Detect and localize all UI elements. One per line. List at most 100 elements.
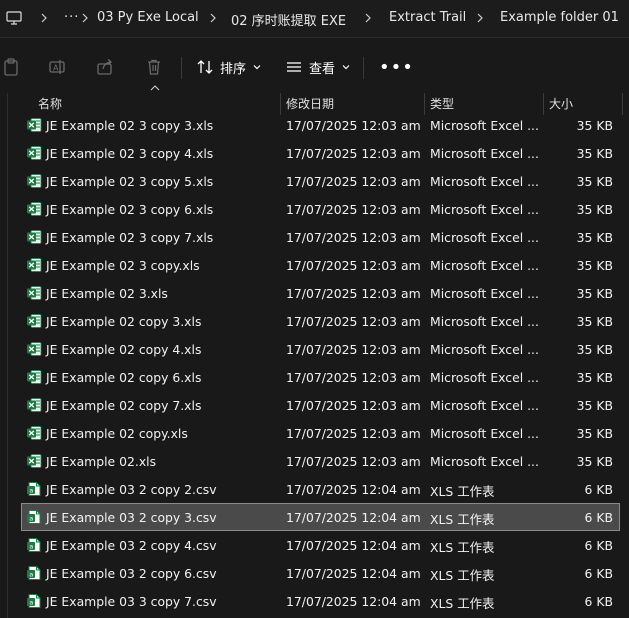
file-name: JE Example 02 copy 7.xls bbox=[46, 398, 202, 413]
breadcrumb-item[interactable]: 02 序时账提取 EXE bbox=[231, 10, 346, 29]
column-header-type[interactable]: 类型 bbox=[430, 95, 454, 112]
file-modified-date: 17/07/2025 12:03 am bbox=[286, 370, 421, 385]
excel-xls-icon bbox=[26, 117, 42, 133]
file-row[interactable]: JE Example 02 copy.xls 17/07/2025 12:03 a… bbox=[22, 420, 619, 446]
excel-xls-icon bbox=[26, 145, 42, 161]
excel-csv-icon: a bbox=[26, 565, 42, 581]
delete-icon[interactable] bbox=[145, 58, 163, 76]
file-row[interactable]: a JE Example 03 2 copy 4.csv 17/07/2025 12… bbox=[22, 532, 619, 558]
file-modified-date: 17/07/2025 12:03 am bbox=[286, 230, 421, 245]
file-type: Microsoft Excel ... bbox=[430, 426, 539, 441]
svg-text:a: a bbox=[29, 487, 33, 495]
file-type: Microsoft Excel ... bbox=[430, 286, 539, 301]
file-row[interactable]: JE Example 02 3 copy 4.xls 17/07/2025 12:… bbox=[22, 140, 619, 166]
sort-icon bbox=[197, 60, 213, 74]
breadcrumb-item[interactable]: Extract Trail bbox=[389, 10, 466, 25]
file-name: JE Example 02 copy.xls bbox=[46, 426, 188, 441]
excel-csv-icon: a bbox=[26, 593, 42, 609]
this-pc-icon[interactable] bbox=[6, 10, 22, 26]
share-icon[interactable] bbox=[96, 58, 114, 76]
file-row[interactable]: JE Example 02 copy 7.xls 17/07/2025 12:03… bbox=[22, 392, 619, 418]
file-size: 6 KB bbox=[584, 566, 613, 581]
breadcrumb-item[interactable]: 03 Py Exe Local bbox=[97, 10, 199, 25]
file-row[interactable]: JE Example 02 copy 4.xls 17/07/2025 12:03… bbox=[22, 336, 619, 362]
svg-text:a: a bbox=[29, 599, 33, 607]
see-more-button[interactable]: ••• bbox=[379, 59, 414, 77]
file-row[interactable]: JE Example 02 3.xls 17/07/2025 12:03 am Mi… bbox=[22, 280, 619, 306]
file-modified-date: 17/07/2025 12:03 am bbox=[286, 286, 421, 301]
sort-ascending-icon bbox=[150, 85, 160, 91]
file-row-selected[interactable]: a JE Example 03 2 copy 3.csv 17/07/2025 12… bbox=[21, 503, 620, 531]
chevron-right-icon[interactable] bbox=[474, 11, 486, 25]
column-header-name[interactable]: 名称 bbox=[38, 95, 62, 112]
view-button[interactable]: 查看 bbox=[285, 56, 351, 78]
sort-button[interactable]: 排序 bbox=[196, 56, 262, 78]
file-modified-date: 17/07/2025 12:04 am bbox=[286, 594, 421, 609]
file-size: 35 KB bbox=[576, 286, 613, 301]
svg-text:a: a bbox=[29, 515, 33, 523]
chevron-down-icon bbox=[342, 65, 350, 70]
excel-xls-icon bbox=[26, 453, 42, 469]
file-name: JE Example 03 2 copy 3.csv bbox=[46, 510, 217, 525]
file-row[interactable]: JE Example 02 3 copy 5.xls 17/07/2025 12:… bbox=[22, 168, 619, 194]
column-header-date[interactable]: 修改日期 bbox=[286, 95, 334, 112]
chevron-right-icon[interactable] bbox=[362, 11, 374, 25]
toolbar-divider bbox=[363, 57, 364, 79]
excel-xls-icon bbox=[26, 229, 42, 245]
excel-xls-icon bbox=[26, 397, 42, 413]
excel-xls-icon bbox=[26, 425, 42, 441]
file-type: Microsoft Excel ... bbox=[430, 314, 539, 329]
file-size: 35 KB bbox=[576, 258, 613, 273]
svg-text:a: a bbox=[29, 543, 33, 551]
file-modified-date: 17/07/2025 12:04 am bbox=[286, 482, 421, 497]
column-header-size[interactable]: 大小 bbox=[549, 95, 573, 112]
file-modified-date: 17/07/2025 12:03 am bbox=[286, 118, 421, 133]
file-size: 35 KB bbox=[576, 230, 613, 245]
file-size: 35 KB bbox=[576, 146, 613, 161]
file-name: JE Example 02 3 copy 4.xls bbox=[46, 146, 214, 161]
view-icon bbox=[287, 62, 301, 72]
file-size: 35 KB bbox=[576, 398, 613, 413]
excel-xls-icon bbox=[26, 313, 42, 329]
file-row[interactable]: JE Example 02 copy 3.xls 17/07/2025 12:03… bbox=[22, 308, 619, 334]
file-name: JE Example 02 3 copy 6.xls bbox=[46, 202, 214, 217]
file-size: 6 KB bbox=[584, 594, 613, 609]
file-row[interactable]: JE Example 02 copy 6.xls 17/07/2025 12:03… bbox=[22, 364, 619, 390]
excel-xls-icon bbox=[26, 173, 42, 189]
chevron-down-icon bbox=[253, 65, 261, 70]
file-row[interactable]: JE Example 02 3 copy 3.xls 17/07/2025 12:… bbox=[22, 112, 619, 138]
address-bar[interactable]: ··· 03 Py Exe Local 02 序时账提取 EXE Extract… bbox=[0, 0, 629, 37]
file-row[interactable]: a JE Example 03 2 copy 2.csv 17/07/2025 12… bbox=[22, 476, 619, 502]
file-row[interactable]: JE Example 02.xls 17/07/2025 12:03 am Micr… bbox=[22, 448, 619, 474]
chevron-right-icon[interactable] bbox=[38, 11, 50, 25]
excel-xls-icon bbox=[26, 257, 42, 273]
file-row[interactable]: a JE Example 03 3 copy 7.csv 17/07/2025 12… bbox=[22, 588, 619, 614]
file-modified-date: 17/07/2025 12:03 am bbox=[286, 202, 421, 217]
file-row[interactable]: JE Example 02 3 copy 7.xls 17/07/2025 12:… bbox=[22, 224, 619, 250]
chevron-right-icon[interactable] bbox=[79, 11, 91, 25]
file-type: XLS 工作表 bbox=[430, 484, 495, 499]
file-type: Microsoft Excel ... bbox=[430, 342, 539, 357]
file-modified-date: 17/07/2025 12:03 am bbox=[286, 426, 421, 441]
column-resize-handle[interactable] bbox=[622, 93, 623, 115]
file-row[interactable]: JE Example 02 3 copy 6.xls 17/07/2025 12:… bbox=[22, 196, 619, 222]
paste-icon[interactable] bbox=[2, 58, 20, 76]
file-row[interactable]: a JE Example 03 2 copy 6.csv 17/07/2025 12… bbox=[22, 560, 619, 586]
breadcrumb-item-current[interactable]: Example folder 01 bbox=[500, 10, 619, 25]
file-name: JE Example 03 2 copy 6.csv bbox=[46, 566, 217, 581]
file-type: Microsoft Excel ... bbox=[430, 146, 539, 161]
file-modified-date: 17/07/2025 12:04 am bbox=[286, 510, 421, 525]
command-bar: A 排序 查看 ••• bbox=[0, 37, 629, 94]
file-type: Microsoft Excel ... bbox=[430, 174, 539, 189]
excel-csv-icon: a bbox=[26, 509, 42, 525]
chevron-right-icon[interactable] bbox=[207, 11, 219, 25]
svg-text:A: A bbox=[53, 64, 59, 73]
file-type: Microsoft Excel ... bbox=[430, 398, 539, 413]
breadcrumb-overflow[interactable]: ··· bbox=[64, 10, 79, 25]
file-type: Microsoft Excel ... bbox=[430, 230, 539, 245]
file-modified-date: 17/07/2025 12:03 am bbox=[286, 174, 421, 189]
file-row[interactable]: JE Example 02 3 copy.xls 17/07/2025 12:03… bbox=[22, 252, 619, 278]
rename-icon[interactable]: A bbox=[48, 58, 66, 76]
file-modified-date: 17/07/2025 12:03 am bbox=[286, 314, 421, 329]
file-name: JE Example 02 3 copy 7.xls bbox=[46, 230, 214, 245]
